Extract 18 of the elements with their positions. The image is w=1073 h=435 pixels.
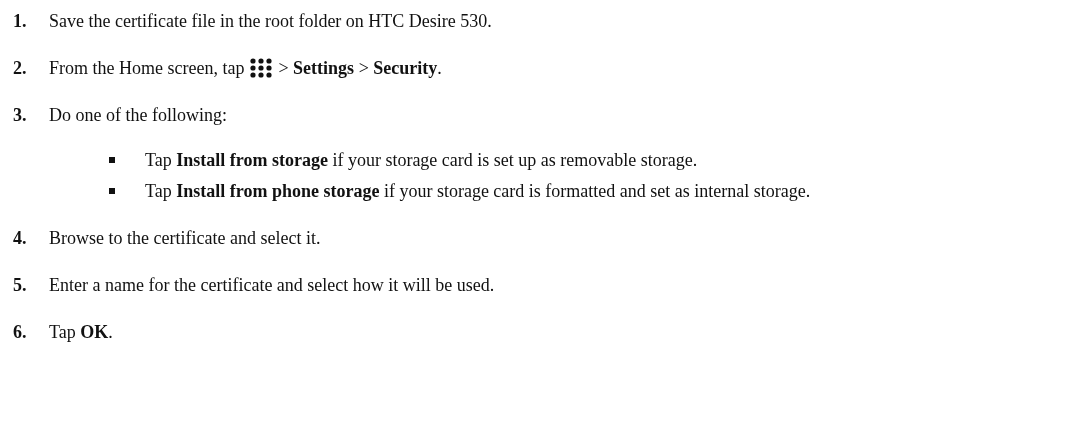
apps-grid-icon [250,58,273,78]
step-text: Browse to the certificate and select it. [49,227,321,250]
step-number: 6. [13,321,28,344]
step-number: 3. [13,104,28,127]
step-text: Save the certificate file in the root folder on HTC Desire 530. [49,10,492,33]
bullet-icon [109,188,115,194]
step-number: 1. [13,10,28,33]
step-text: Tap OK. [49,321,113,344]
bullet-icon [109,157,115,163]
step-text: Do one of the following: [49,104,227,127]
step-text: Tap Install from storage if your storage card is set up as removable storage. [145,150,698,170]
step-number: 4. [13,227,28,250]
step-number: 2. [13,57,28,80]
step-text: > Settings > Security. [278,57,442,80]
step-text: Tap Install from phone storage if your storage card is formatted and set as internal storage. [145,181,811,201]
step-text: From the Home screen, tap [49,57,245,80]
step-number: 5. [13,274,28,297]
step-text: Enter a name for the certificate and select how it will be used. [49,274,495,297]
